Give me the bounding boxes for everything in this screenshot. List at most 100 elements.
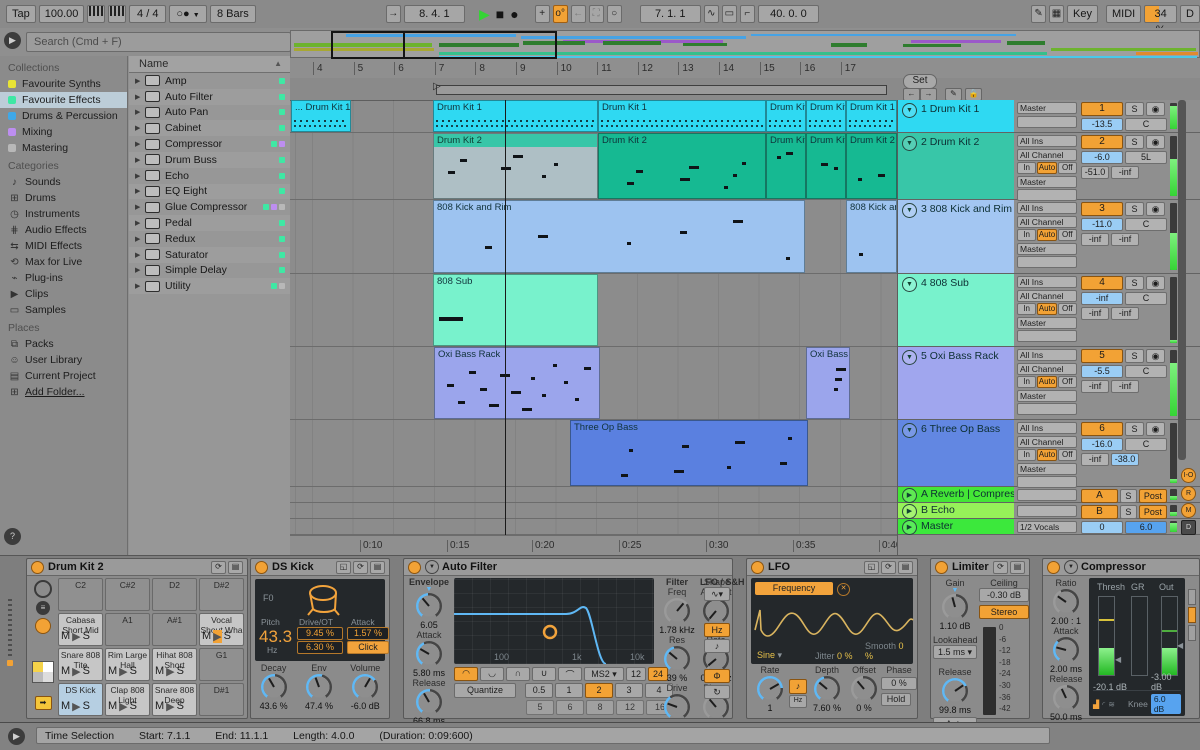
loop-button[interactable]: ▭ bbox=[722, 5, 737, 23]
expand-arrow-icon[interactable]: ▶ bbox=[135, 251, 145, 259]
drum-pad-ds-kick[interactable]: DS KickM▶S bbox=[58, 683, 103, 716]
map-icon[interactable]: ◱ bbox=[336, 561, 351, 574]
sync-toggle[interactable]: ♪ bbox=[704, 639, 730, 653]
pad-solo-button[interactable]: S bbox=[130, 665, 137, 678]
gain-knob[interactable] bbox=[942, 594, 968, 620]
clip[interactable]: Oxi Bass Ra bbox=[806, 347, 850, 419]
device-on-icon[interactable] bbox=[1047, 561, 1060, 574]
volume-knob[interactable] bbox=[352, 674, 378, 700]
arm-button[interactable]: ◉ bbox=[1146, 276, 1165, 290]
input-channel-select[interactable]: All Channel bbox=[1017, 436, 1077, 448]
clip[interactable]: Drum Kit 2 bbox=[766, 133, 806, 199]
send-a-field[interactable]: -51.0 bbox=[1081, 166, 1109, 179]
drum-pad-a-1[interactable]: A#1 bbox=[152, 613, 197, 646]
send-a-field[interactable]: -inf bbox=[1081, 380, 1109, 393]
output-channel-box[interactable] bbox=[1017, 489, 1077, 501]
ceiling-field[interactable]: -0.30 dB bbox=[979, 588, 1029, 602]
arm-button[interactable]: ◉ bbox=[1146, 135, 1165, 149]
input-type-select[interactable]: All Ins bbox=[1017, 422, 1077, 434]
solo-button[interactable]: S bbox=[1125, 349, 1144, 363]
sync-hz-toggle[interactable]: Hz bbox=[789, 695, 807, 708]
collection-item[interactable]: Drums & Percussion bbox=[0, 108, 127, 124]
attack-knob[interactable] bbox=[1053, 637, 1079, 663]
place-item[interactable]: ⊞Add Folder... bbox=[0, 384, 127, 400]
solo-button[interactable]: S bbox=[1125, 276, 1144, 290]
drum-pad-a1[interactable]: A1 bbox=[105, 613, 150, 646]
send-b-field[interactable]: -inf bbox=[1111, 307, 1139, 320]
thresh-handle-icon[interactable]: ◀ bbox=[1115, 655, 1121, 664]
compressor-titlebar[interactable]: ▼ Compressor bbox=[1043, 559, 1199, 576]
pad-solo-button[interactable]: S bbox=[224, 630, 231, 643]
expand-arrow-icon[interactable]: ▶ bbox=[135, 140, 145, 148]
drum-pad-d2[interactable]: D2 bbox=[152, 578, 197, 611]
view-option[interactable] bbox=[1188, 625, 1196, 641]
clip[interactable]: 808 Kick and bbox=[846, 200, 897, 273]
return-track-header[interactable]: ▶B EchoBSPost bbox=[898, 503, 1200, 519]
preview-toggle-icon[interactable]: ▶ bbox=[8, 728, 25, 745]
category-item-midi-effects[interactable]: ⇆MIDI Effects bbox=[0, 238, 127, 254]
circuit-select[interactable]: MS2 ▾ bbox=[584, 667, 624, 681]
drum-pad-clap-808-light[interactable]: Clap 808 LightM▶S bbox=[105, 683, 150, 716]
out-meter[interactable] bbox=[1161, 596, 1178, 676]
arm-button[interactable]: ◉ bbox=[1146, 349, 1165, 363]
input-type-select[interactable]: All Ins bbox=[1017, 349, 1077, 361]
lfo-titlebar[interactable]: LFO ◱⟳▤ bbox=[747, 559, 917, 576]
pad-play-button[interactable]: ▶ bbox=[72, 665, 80, 678]
send-b-field[interactable]: -inf bbox=[1111, 380, 1139, 393]
browser-device-item[interactable]: ▶Drum Buss bbox=[129, 152, 290, 168]
res-knob[interactable] bbox=[664, 646, 690, 672]
volume-field[interactable]: -inf bbox=[1081, 292, 1123, 305]
save-preset-icon[interactable]: ▤ bbox=[898, 561, 913, 574]
pad-mute-button[interactable]: M bbox=[61, 665, 70, 678]
transfer-curve-icon[interactable]: ◜ bbox=[1102, 700, 1105, 709]
track-name-area[interactable]: ▼3 808 Kick and Rim bbox=[898, 200, 1014, 273]
tempo-field[interactable]: 100.00 bbox=[39, 5, 85, 23]
category-item-samples[interactable]: ▭Samples bbox=[0, 302, 127, 318]
clip[interactable]: Drum Kit 1 bbox=[846, 100, 897, 132]
chain-list-icon[interactable]: ≡ bbox=[36, 601, 50, 615]
ratio-knob[interactable] bbox=[1053, 589, 1079, 615]
output-channel-box[interactable] bbox=[1017, 330, 1077, 342]
device-on-icon[interactable] bbox=[408, 561, 421, 574]
track-activator[interactable]: 6 bbox=[1081, 422, 1123, 436]
solo-button[interactable]: S bbox=[1125, 135, 1144, 149]
track-header[interactable]: ▼2 Drum Kit 2All InsAll ChannelInAutoOff… bbox=[898, 133, 1200, 200]
tap-tempo-button[interactable]: Tap bbox=[6, 5, 36, 23]
hot-swap-icon[interactable]: ⟳ bbox=[993, 561, 1008, 574]
return-name-area[interactable]: ▶B Echo bbox=[898, 503, 1014, 518]
arrangement-overview[interactable] bbox=[290, 30, 1200, 58]
unfold-track-icon[interactable]: ▼ bbox=[902, 103, 917, 118]
draw-mode-button[interactable]: ✎ bbox=[1031, 5, 1046, 23]
clip[interactable]: Drum Kit 2 bbox=[598, 133, 766, 199]
volume-field[interactable]: -13.5 bbox=[1081, 118, 1123, 131]
lowpass-icon[interactable]: ◠ bbox=[454, 667, 478, 681]
search-input[interactable]: Search (Cmd + F) bbox=[26, 32, 291, 52]
drum-pad-d-1[interactable]: D#1 bbox=[199, 683, 244, 716]
track-header[interactable]: ▼5 Oxi Bass RackAll InsAll ChannelInAuto… bbox=[898, 347, 1200, 420]
pan-field[interactable]: C bbox=[1125, 365, 1167, 378]
expand-arrow-icon[interactable]: ▶ bbox=[135, 172, 145, 180]
pad-play-button[interactable]: ▶ bbox=[119, 700, 127, 713]
pitch-value[interactable]: 43.3 bbox=[259, 627, 292, 647]
clip[interactable]: Drum Kit 1 bbox=[806, 100, 846, 132]
phase-field[interactable]: 0 % bbox=[881, 677, 917, 690]
unfold-track-icon[interactable]: ▼ bbox=[902, 423, 917, 438]
pad-solo-button[interactable]: S bbox=[177, 665, 184, 678]
quantize-value-button[interactable]: 6 bbox=[556, 700, 584, 715]
overview-zoom-rect[interactable] bbox=[331, 31, 557, 59]
drum-pad-snare-808-tite[interactable]: Snare 808 TiteM▶S bbox=[58, 648, 103, 681]
io-section-toggle[interactable]: I-O bbox=[1181, 468, 1196, 483]
loop-start-field[interactable]: 7. 1. 1 bbox=[640, 5, 701, 23]
browser-device-item[interactable]: ▶EQ Eight bbox=[129, 184, 290, 200]
quantize-value-button[interactable]: 1 bbox=[555, 683, 583, 698]
unfold-track-icon[interactable]: ▼ bbox=[902, 136, 917, 151]
hz-toggle[interactable]: Hz bbox=[704, 623, 730, 637]
view-option[interactable] bbox=[1188, 589, 1196, 605]
overdub-button[interactable]: + bbox=[535, 5, 550, 23]
loop-length-field[interactable]: 40. 0. 0 bbox=[758, 5, 819, 23]
output-select[interactable]: Master bbox=[1017, 463, 1077, 475]
pan-field[interactable]: C bbox=[1125, 292, 1167, 305]
track-name-area[interactable]: ▼5 Oxi Bass Rack bbox=[898, 347, 1014, 419]
volume-field[interactable]: -6.0 bbox=[1081, 151, 1123, 164]
track-activator[interactable]: 1 bbox=[1081, 102, 1123, 116]
